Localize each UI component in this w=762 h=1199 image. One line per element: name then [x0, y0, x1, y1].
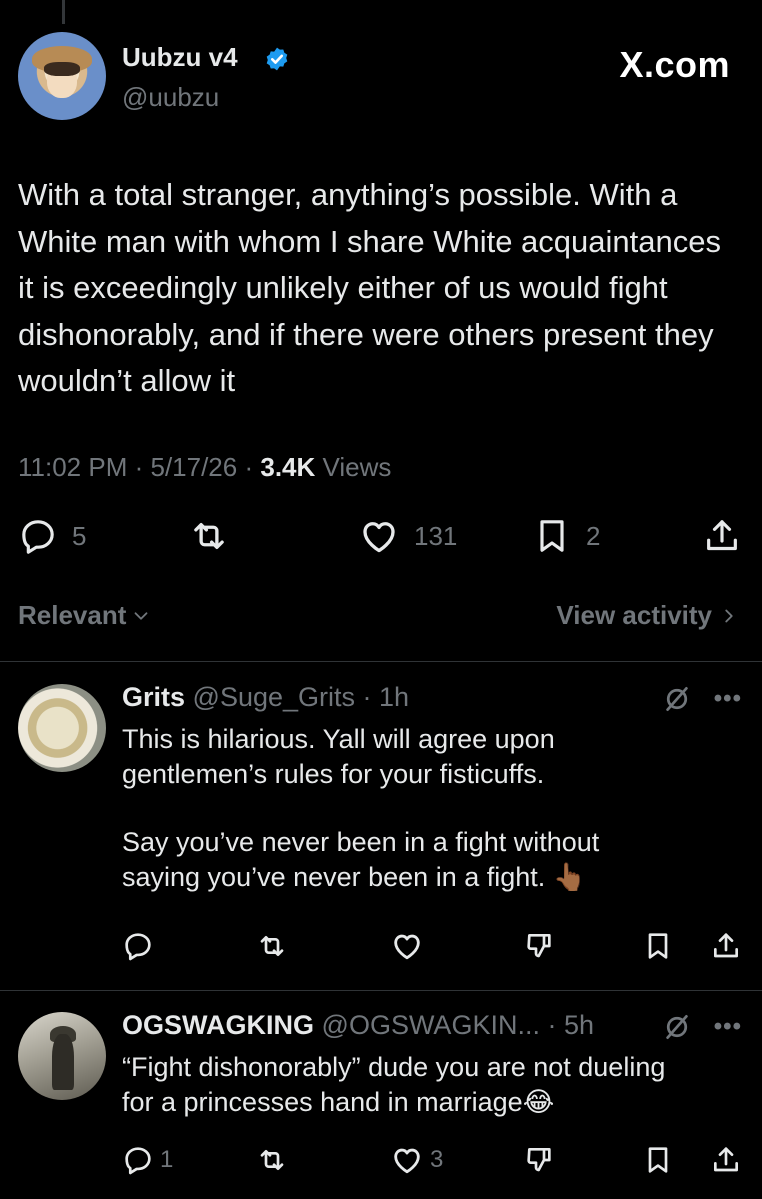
bookmark-icon	[648, 933, 668, 959]
avatar[interactable]	[18, 1012, 106, 1100]
thread-connector-line	[62, 0, 65, 24]
tweet-meta: 11:02 PM · 5/17/26 · 3.4K Views	[18, 452, 391, 483]
tweet-actions: 5 131 2	[18, 512, 744, 560]
bookmark-count: 2	[586, 520, 601, 551]
like-count: 131	[414, 520, 458, 551]
chevron-down-icon	[134, 611, 148, 620]
views-count: 3.4K	[260, 452, 316, 482]
grok-slash-icon[interactable]	[662, 1012, 692, 1042]
repost-button[interactable]	[188, 512, 230, 560]
main-tweet-header: Uubzu v4 @uubzu X.com	[18, 32, 744, 124]
reply-icon	[125, 1147, 151, 1175]
avatar[interactable]	[18, 684, 106, 772]
like-count: 3	[430, 1146, 444, 1173]
reply-text-line: saying you’ve never been in a fight. 👆🏾	[122, 861, 587, 892]
avatar-hair	[44, 62, 80, 76]
meta-separator: ·	[539, 1010, 564, 1040]
like-icon	[394, 934, 420, 960]
reply-top-icons: •••	[662, 1012, 742, 1042]
views-label: Views	[322, 452, 392, 482]
reply-time[interactable]: 5h	[564, 1010, 594, 1040]
bookmark-button[interactable]: 2	[532, 512, 600, 560]
meta-separator: ·	[355, 682, 380, 712]
view-activity-label: View activity	[556, 600, 712, 630]
reply-icon	[125, 933, 151, 961]
author-name[interactable]: Uubzu v4	[122, 42, 238, 73]
share-icon	[714, 1147, 738, 1172]
tweet-time[interactable]: 11:02 PM	[18, 452, 127, 482]
share-icon	[714, 933, 738, 958]
repost-icon	[194, 522, 224, 550]
reply-top-icons: •••	[662, 684, 742, 714]
reply-author-handle[interactable]: @OGSWAGKIN...	[322, 1010, 540, 1040]
repost-button[interactable]	[256, 1140, 288, 1180]
repost-icon	[260, 936, 284, 956]
bookmark-button[interactable]	[642, 926, 674, 966]
reply-button[interactable]	[122, 926, 154, 966]
more-dots-icon[interactable]: •••	[714, 1013, 742, 1041]
reply-actions	[122, 926, 744, 966]
dislike-button[interactable]	[524, 926, 556, 966]
reply-header: OGSWAGKING @OGSWAGKIN... · 5h	[122, 1010, 594, 1044]
reply-author-handle[interactable]: @Suge_Grits	[193, 682, 355, 712]
share-icon	[707, 520, 737, 551]
reply-text-line: for a princesses hand in marriage😂	[122, 1086, 555, 1117]
chevron-right-icon	[725, 609, 733, 622]
reply-header: Grits @Suge_Grits · 1h	[122, 682, 409, 716]
dislike-button[interactable]	[524, 1140, 556, 1180]
author-handle[interactable]: @uubzu	[122, 82, 219, 113]
tweet-date[interactable]: 5/17/26	[150, 452, 237, 482]
reply-text-line: This is hilarious. Yall will agree upon	[122, 724, 555, 754]
brand-logo: X.com	[619, 44, 730, 85]
like-button[interactable]	[390, 926, 424, 966]
bookmark-icon	[540, 520, 564, 552]
reply-author-name[interactable]: OGSWAGKING	[122, 1010, 314, 1040]
grok-slash-icon[interactable]	[662, 684, 692, 714]
reply-author-name[interactable]: Grits	[122, 682, 185, 712]
meta-separator: ·	[134, 452, 151, 482]
reply-button[interactable]: 1	[122, 1140, 173, 1180]
view-activity-link[interactable]: View activity	[556, 600, 740, 631]
bookmark-button[interactable]	[642, 1140, 674, 1180]
share-button[interactable]	[710, 926, 742, 966]
reply-text-line: Say you’ve never been in a fight without	[122, 827, 600, 857]
meta-separator: ·	[244, 452, 261, 482]
bookmark-icon	[648, 1147, 668, 1173]
like-icon	[394, 1148, 420, 1174]
replies-sort-row: Relevant View activity	[18, 596, 744, 636]
dislike-icon	[527, 1148, 551, 1172]
verified-badge-icon	[266, 47, 288, 71]
like-button[interactable]: 3	[390, 1140, 443, 1180]
tweet-text: With a total stranger, anything’s possib…	[18, 177, 721, 398]
reply-icon	[22, 520, 54, 554]
reply-count: 1	[160, 1146, 174, 1173]
reply-text-line: gentlemen’s rules for your fisticuffs.	[122, 758, 545, 789]
share-button[interactable]	[702, 512, 742, 560]
reply-text-line: “Fight dishonorably” dude you are not du…	[122, 1052, 666, 1082]
share-button[interactable]	[710, 1140, 742, 1180]
reply-text: This is hilarious. Yall will agree upon …	[122, 722, 744, 894]
reply-count: 5	[72, 520, 87, 551]
avatar-soldier	[52, 1034, 74, 1090]
like-button[interactable]: 131	[358, 512, 457, 560]
like-icon	[363, 522, 395, 553]
repost-button[interactable]	[256, 926, 288, 966]
avatar[interactable]	[18, 32, 106, 120]
reply-button[interactable]: 5	[18, 512, 86, 560]
sort-dropdown[interactable]: Relevant	[18, 600, 152, 631]
dislike-icon	[527, 934, 551, 958]
reply-actions: 1 3	[122, 1140, 744, 1180]
more-dots-icon[interactable]: •••	[714, 685, 742, 713]
repost-icon	[260, 1150, 284, 1170]
reply-item[interactable]: Grits @Suge_Grits · 1h ••• This is hilar…	[0, 662, 762, 992]
reply-item[interactable]: OGSWAGKING @OGSWAGKIN... · 5h ••• “Fight…	[0, 990, 762, 1199]
sort-label: Relevant	[18, 600, 127, 630]
reply-time[interactable]: 1h	[379, 682, 409, 712]
reply-text: “Fight dishonorably” dude you are not du…	[122, 1050, 744, 1119]
